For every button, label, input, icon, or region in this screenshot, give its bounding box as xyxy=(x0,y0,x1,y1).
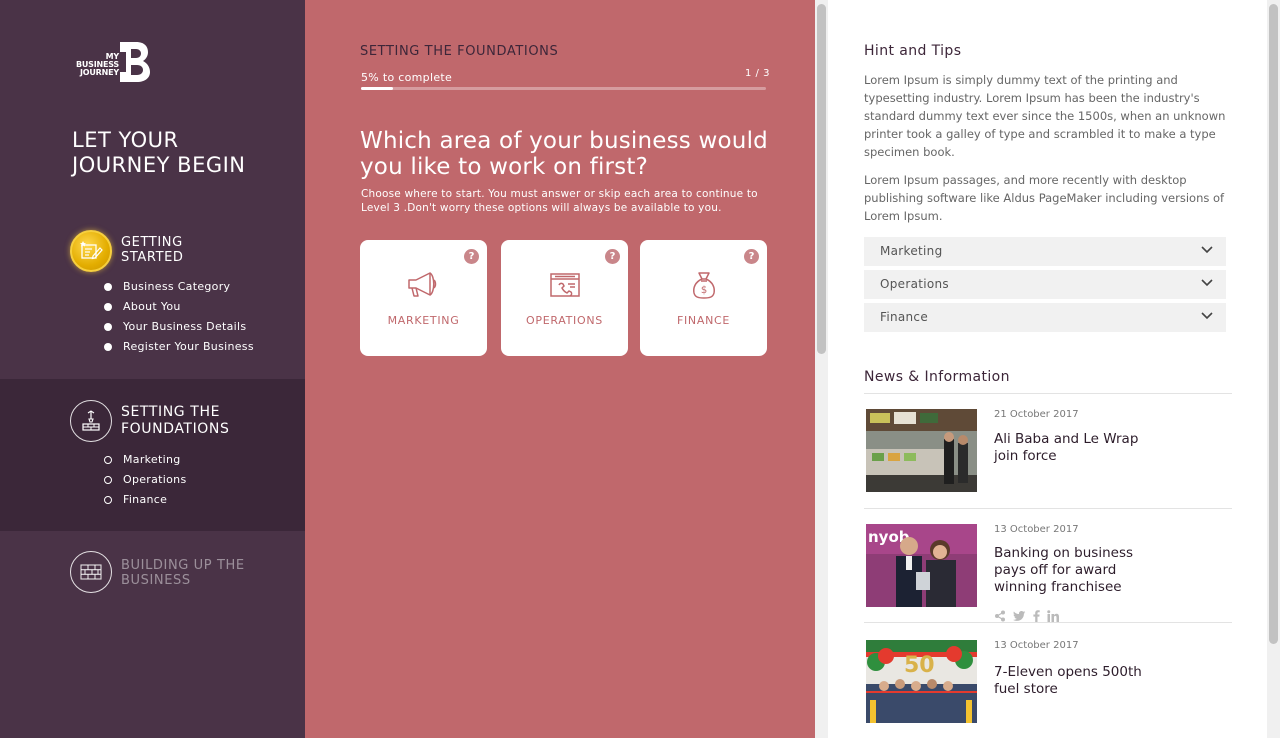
card-label: OPERATIONS xyxy=(526,314,603,327)
main-panel: SETTING THE FOUNDATIONS 5% to complete 1… xyxy=(305,0,815,738)
stage-title: GETTING STARTED xyxy=(121,235,184,265)
stage-title: BUILDING UP THE BUSINESS xyxy=(121,558,245,588)
help-icon[interactable]: ? xyxy=(464,249,479,264)
info-panel: Hint and Tips Lorem Ipsum is simply dumm… xyxy=(828,0,1267,738)
filled-dot-icon xyxy=(104,343,112,351)
hollow-dot-icon xyxy=(104,496,112,504)
chevron-down-icon xyxy=(1201,279,1213,287)
news-date: 21 October 2017 xyxy=(994,409,1079,420)
news-thumbnail: nyob xyxy=(866,524,977,607)
card-label: FINANCE xyxy=(676,314,731,327)
share-bar xyxy=(994,610,1059,622)
stage-complete-badge xyxy=(70,230,112,272)
substep-item[interactable]: Marketing xyxy=(104,453,186,473)
substep-item[interactable]: Register Your Business xyxy=(104,340,254,360)
stage-badge xyxy=(70,551,112,593)
filled-dot-icon xyxy=(104,323,112,331)
marketing-card[interactable]: ? MARKETING xyxy=(360,240,487,356)
news-heading: News & Information xyxy=(864,369,1010,385)
crane-foundation-icon xyxy=(82,410,100,431)
substep-item[interactable]: Your Business Details xyxy=(104,320,254,340)
accordion-item-finance[interactable]: Finance xyxy=(864,303,1226,332)
logo-b-icon xyxy=(120,42,150,82)
substep-item[interactable]: Business Category xyxy=(104,280,254,300)
substep-list: Marketing Operations Finance xyxy=(104,453,186,513)
stage-badge xyxy=(70,400,112,442)
news-headline[interactable]: 7-Eleven opens 500th fuel store xyxy=(994,664,1164,698)
logo-wordmark: MY BUSINESS JOURNEY xyxy=(75,52,119,77)
hollow-dot-icon xyxy=(104,476,112,484)
hints-heading: Hint and Tips xyxy=(864,43,962,59)
substep-item[interactable]: Finance xyxy=(104,493,186,513)
divider xyxy=(864,508,1232,509)
divider xyxy=(864,622,1232,623)
svg-text:$: $ xyxy=(700,285,706,296)
money-bag-icon: $ xyxy=(692,272,715,299)
checklist-pencil-icon xyxy=(80,241,103,260)
news-thumbnail xyxy=(866,409,977,492)
filled-dot-icon xyxy=(104,283,112,291)
divider xyxy=(864,393,1232,394)
substep-item[interactable]: Operations xyxy=(104,473,186,493)
hero-title: LET YOUR JOURNEY BEGIN xyxy=(72,128,246,177)
step-indicator: 1 / 3 xyxy=(745,68,770,79)
news-headline[interactable]: Ali Baba and Le Wrap join force xyxy=(994,431,1164,465)
progress-bar xyxy=(361,87,766,90)
card-label: MARKETING xyxy=(387,314,460,327)
brand-logo[interactable]: MY BUSINESS JOURNEY xyxy=(72,42,152,84)
hints-accordion: Marketing Operations Finance xyxy=(864,237,1226,336)
substep-list: Business Category About You Your Busines… xyxy=(104,280,254,360)
linkedin-icon[interactable] xyxy=(1047,610,1059,622)
operations-card[interactable]: ? OPERATIONS xyxy=(501,240,628,356)
accordion-item-marketing[interactable]: Marketing xyxy=(864,237,1226,266)
twitter-icon[interactable] xyxy=(1013,610,1026,622)
instructions-text: Choose where to start. You must answer o… xyxy=(361,188,758,214)
filled-dot-icon xyxy=(104,303,112,311)
megaphone-icon xyxy=(407,272,436,297)
accordion-item-operations[interactable]: Operations xyxy=(864,270,1226,299)
progress-fill xyxy=(361,87,394,90)
news-thumbnail: 50 xyxy=(866,640,977,723)
section-label: SETTING THE FOUNDATIONS xyxy=(360,44,559,59)
help-icon[interactable]: ? xyxy=(605,249,620,264)
question-heading: Which area of your business would you li… xyxy=(360,128,768,180)
news-date: 13 October 2017 xyxy=(994,524,1079,535)
chevron-down-icon xyxy=(1201,246,1213,254)
finance-card[interactable]: ? $ FINANCE xyxy=(640,240,767,356)
news-headline[interactable]: Banking on business pays off for award w… xyxy=(994,545,1164,596)
operations-icon xyxy=(549,273,580,297)
share-icon[interactable] xyxy=(994,610,1006,622)
facebook-icon[interactable] xyxy=(1033,610,1040,622)
news-date: 13 October 2017 xyxy=(994,640,1079,651)
page-scrollbar-thumb[interactable] xyxy=(1269,4,1278,644)
chevron-down-icon xyxy=(1201,312,1213,320)
bricks-icon xyxy=(80,564,102,580)
hollow-dot-icon xyxy=(104,456,112,464)
help-icon[interactable]: ? xyxy=(744,249,759,264)
stage-title: SETTING THE FOUNDATIONS xyxy=(121,404,230,437)
progress-text: 5% to complete xyxy=(361,71,453,84)
substep-item[interactable]: About You xyxy=(104,300,254,320)
main-scrollbar-thumb[interactable] xyxy=(817,4,826,354)
hint-paragraph: Lorem Ipsum passages, and more recently … xyxy=(864,173,1225,223)
svg-text:50: 50 xyxy=(904,653,935,678)
hint-paragraph: Lorem Ipsum is simply dummy text of the … xyxy=(864,73,1226,159)
sidebar: MY BUSINESS JOURNEY LET YOUR JOURNEY BEG… xyxy=(0,0,330,738)
